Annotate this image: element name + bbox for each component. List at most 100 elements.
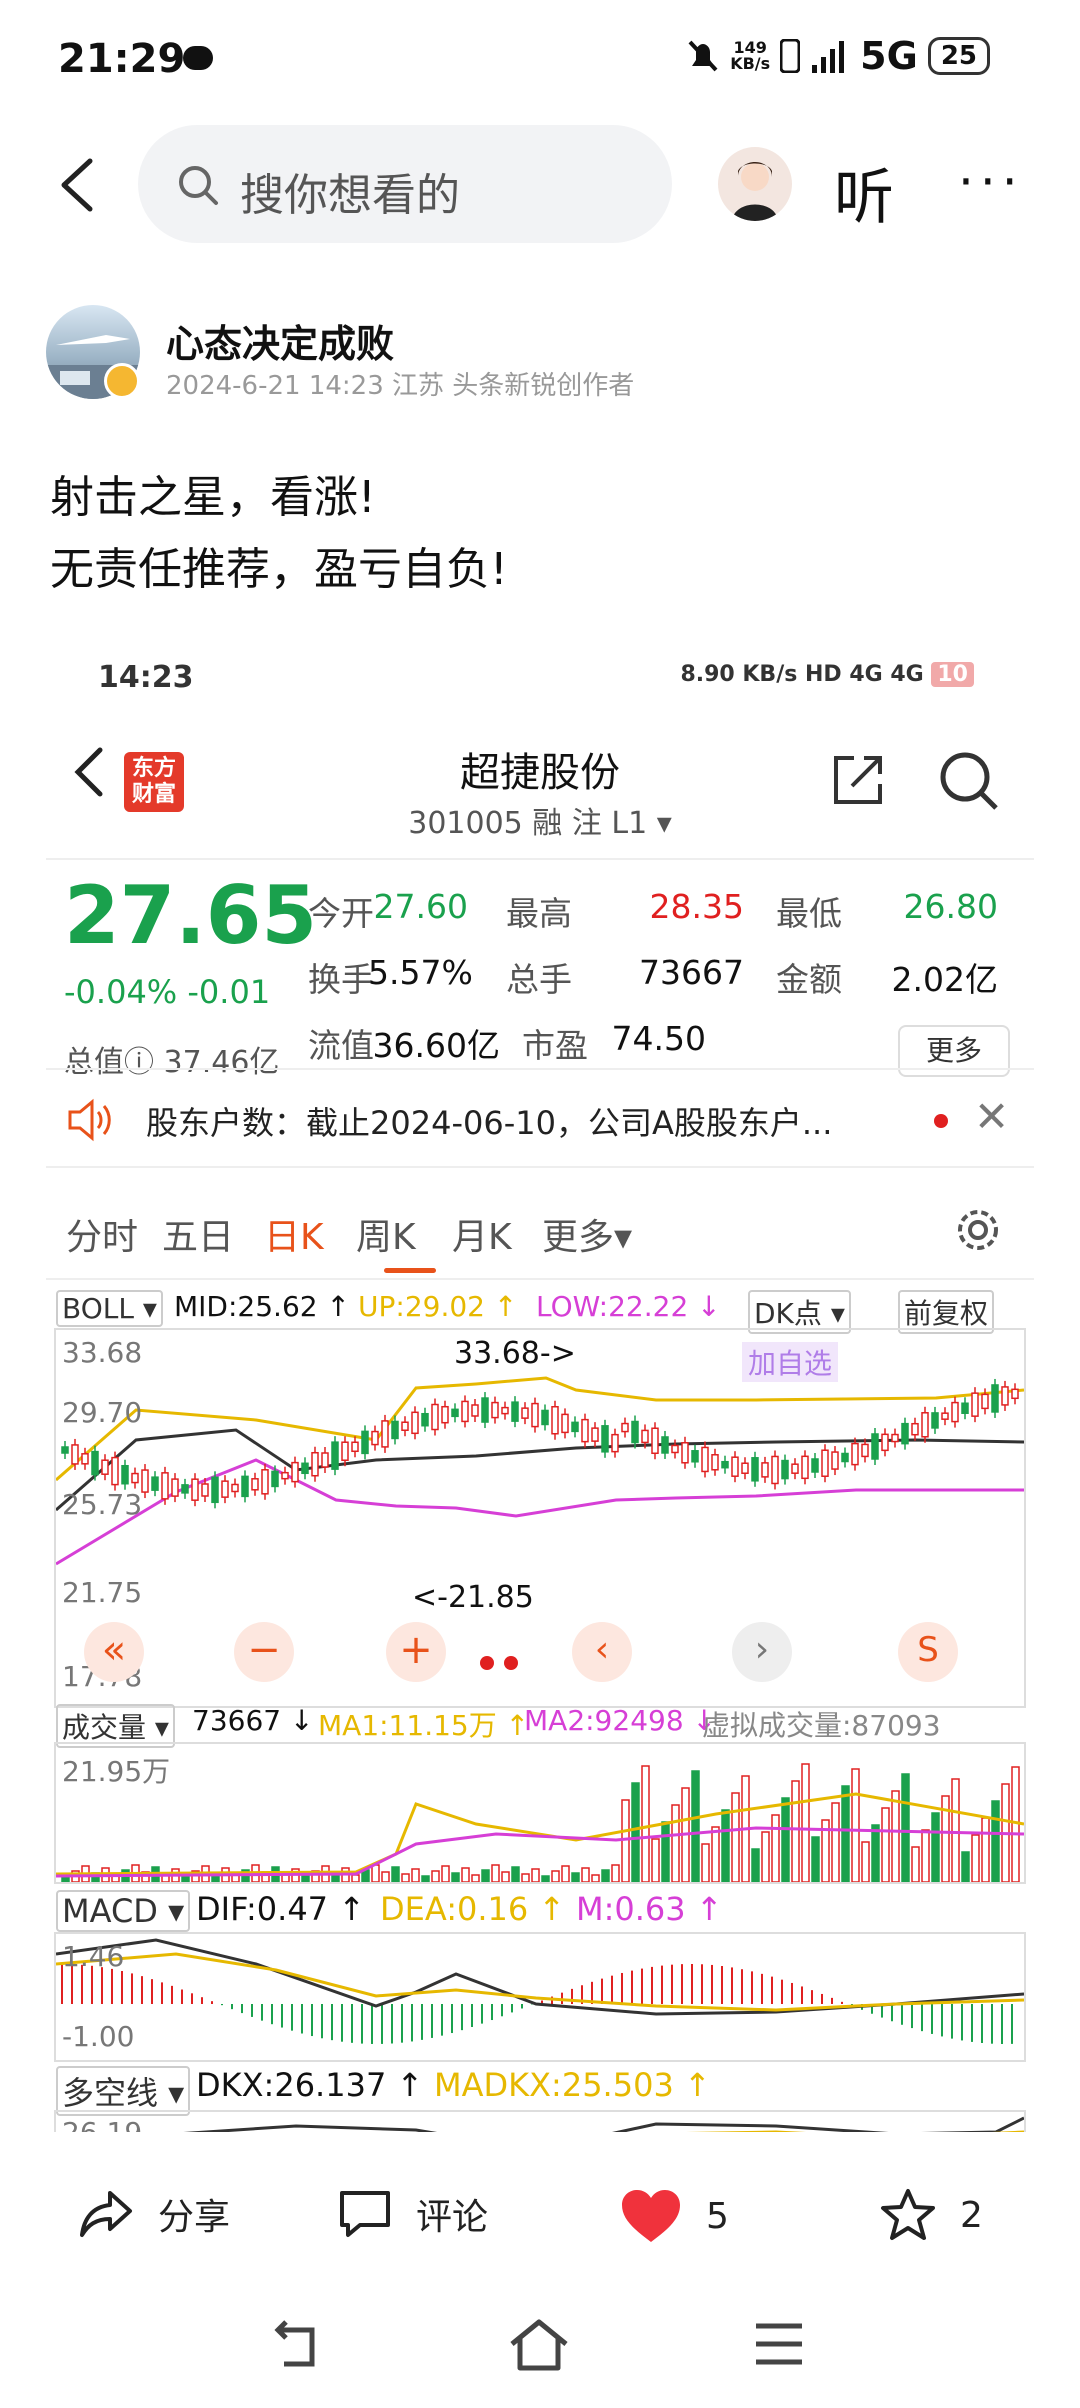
- candle-body: [871, 1433, 879, 1460]
- post-line-1: 射击之星，看涨!: [50, 472, 376, 523]
- favorite-button[interactable]: 2: [880, 2188, 983, 2242]
- quote-value: 28.35: [649, 887, 744, 926]
- candle-body: [451, 1408, 459, 1418]
- volume-bar: [501, 1871, 510, 1883]
- volume-bar: [621, 1799, 630, 1883]
- candle-body: [761, 1462, 769, 1478]
- candle-body: [771, 1455, 779, 1485]
- quote-value: 73667: [639, 953, 744, 992]
- heart-icon: [622, 2190, 680, 2242]
- volume-bar: [841, 1785, 850, 1883]
- candle-body: [291, 1461, 299, 1483]
- nav-home-icon[interactable]: [508, 2318, 570, 2372]
- candle-body: [1011, 1388, 1019, 1400]
- nav-menu-icon[interactable]: [754, 2322, 804, 2366]
- quote-row: 今开 27.60 最高 28.35 最低 26.80: [308, 887, 1028, 937]
- volume-bar: [761, 1831, 770, 1883]
- boll-selector: BOLL ▾: [56, 1290, 163, 1327]
- comment-label: 评论: [416, 2197, 489, 2238]
- dkx-svg: [183, 2116, 1025, 2132]
- volume-bar: [691, 1770, 700, 1883]
- quote-label: 今开: [308, 894, 374, 933]
- volume-ma2: MA2:92498 ↓: [524, 1704, 716, 1737]
- like-button[interactable]: 5: [620, 2188, 729, 2244]
- candle-body: [91, 1450, 99, 1476]
- tab-daily-k: 日K: [264, 1217, 324, 1258]
- candle-body: [501, 1406, 509, 1415]
- kline-svg: [55, 1376, 1025, 1566]
- candle-body: [691, 1450, 699, 1463]
- dkx-selector: 多空线 ▾: [56, 2066, 191, 2116]
- candle-body: [241, 1475, 249, 1498]
- nav-back-icon[interactable]: [272, 2320, 326, 2370]
- back-arrow-icon[interactable]: [50, 155, 110, 215]
- volume-bar: [921, 1829, 930, 1883]
- user-avatar[interactable]: [718, 147, 792, 221]
- candle-body: [221, 1480, 229, 1498]
- volume-bar: [661, 1821, 670, 1883]
- quote-value: 74.50: [611, 1019, 706, 1058]
- image-status-bar: 14:23 8.90 KB/s HD 4G 4G 10: [46, 620, 1034, 700]
- candle-body: [701, 1446, 709, 1473]
- y-axis-label: 21.75: [62, 1576, 143, 1609]
- volume-bar: [961, 1851, 970, 1883]
- quote-label: 市盈: [522, 1026, 588, 1065]
- search-input[interactable]: 搜你想看的: [240, 159, 460, 223]
- post-image[interactable]: 14:23 8.90 KB/s HD 4G 4G 10 东方 财富 超捷股份 30…: [46, 620, 1034, 2132]
- candle-body: [901, 1422, 909, 1445]
- candle-body: [791, 1463, 799, 1474]
- share-button[interactable]: 分享: [78, 2188, 230, 2240]
- candle-body: [401, 1421, 409, 1431]
- active-tab-indicator: [384, 1268, 436, 1273]
- candle-body: [941, 1412, 949, 1420]
- macd-m: M:0.63 ↑: [576, 1890, 723, 1928]
- more-options-button[interactable]: ···: [958, 153, 1024, 211]
- volume-bar: [511, 1866, 520, 1883]
- volume-bar: [411, 1868, 420, 1883]
- author-name[interactable]: 心态决定成败: [166, 313, 394, 368]
- candle-body: [331, 1441, 339, 1470]
- speaker-icon: [68, 1098, 111, 1142]
- candle-body: [921, 1412, 929, 1438]
- candle-body: [801, 1455, 809, 1480]
- volume-bar: [901, 1773, 910, 1883]
- dkx-indicator-row: 多空线 ▾ DKX:26.137 ↑ MADKX:25.503 ↑: [46, 2058, 1034, 2116]
- reset-view-button: S: [898, 1622, 958, 1682]
- boll-low: LOW:22.22 ↓: [536, 1290, 721, 1323]
- tab-intraday: 分时: [66, 1217, 139, 1258]
- candle-body: [231, 1483, 239, 1493]
- status-icons: 149 KB/s 5G 25: [686, 34, 990, 78]
- signal-icon: [812, 41, 845, 73]
- macd-svg: [55, 1938, 1025, 2044]
- volume-bar: [451, 1872, 460, 1883]
- post-body: 射击之星，看涨! 无责任推荐，盈亏自负!: [50, 462, 508, 606]
- top-nav: 搜你想看的 听 ···: [0, 125, 1080, 245]
- volume-bar: [751, 1848, 760, 1883]
- quote-value: 2.02亿: [891, 960, 998, 999]
- quote-panel: 27.65 -0.04% -0.01 总值ⓘ 37.46亿 今开 27.60 最…: [46, 865, 1034, 1095]
- candle-body: [1001, 1386, 1009, 1406]
- candle-body: [951, 1401, 959, 1423]
- candle-body: [841, 1452, 849, 1463]
- candle-body: [341, 1441, 349, 1461]
- candle-body: [121, 1464, 129, 1485]
- volume-bar: [531, 1868, 540, 1883]
- stock-header: 东方 财富 超捷股份 301005 融 注 L1 ▾: [46, 720, 1034, 860]
- candle-body: [851, 1442, 859, 1466]
- macd-dea: DEA:0.16 ↑: [380, 1890, 566, 1928]
- volume-ma1: MA1:11.15万 ↑: [318, 1709, 530, 1742]
- volume-bar: [951, 1778, 960, 1883]
- verified-badge-icon: [104, 363, 140, 399]
- listen-button[interactable]: 听: [834, 149, 894, 236]
- share-out-icon: [834, 756, 882, 804]
- battery-indicator: 25: [927, 37, 990, 75]
- volume-bar: [781, 1797, 790, 1883]
- candle-body: [61, 1446, 69, 1454]
- zoom-in-button: +: [386, 1622, 446, 1682]
- comment-button[interactable]: 评论: [338, 2188, 488, 2240]
- search-box[interactable]: 搜你想看的: [138, 125, 672, 243]
- volume-bar: [611, 1864, 620, 1883]
- volume-bar: [891, 1790, 900, 1883]
- quote-label: 换手: [308, 960, 374, 999]
- scroll-right-button: ›: [732, 1622, 792, 1682]
